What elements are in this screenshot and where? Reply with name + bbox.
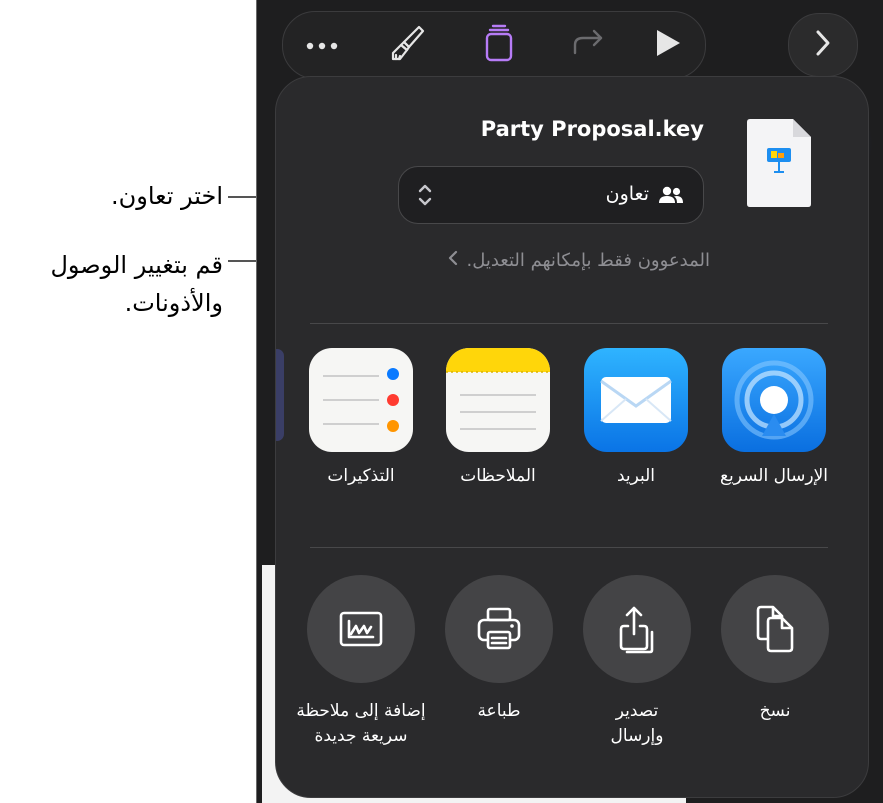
action-print[interactable]: طباعة xyxy=(424,575,574,724)
play-button[interactable] xyxy=(643,12,693,78)
app-icon-partial[interactable] xyxy=(276,349,284,441)
app-label: الملاحظات xyxy=(460,466,536,486)
mail-icon xyxy=(584,348,688,452)
ipad-screen: Party Proposal.key تعاون المدعوون فقط بإ… xyxy=(256,0,883,803)
play-icon xyxy=(653,27,683,63)
paintbrush-icon xyxy=(387,23,427,67)
reminders-icon xyxy=(309,348,413,452)
document-icon xyxy=(482,23,516,67)
redo-icon xyxy=(569,27,609,63)
app-label: الإرسال السريع xyxy=(719,466,829,486)
callout-change-access: قم بتغيير الوصول والأذونات. xyxy=(50,246,223,322)
chevron-right-icon xyxy=(814,29,832,61)
keynote-file-icon xyxy=(745,118,813,212)
chevron-up-down-icon xyxy=(417,182,433,212)
divider-bottom xyxy=(310,547,828,548)
action-export-send[interactable]: تصدير وإرسال xyxy=(562,575,712,749)
more-button[interactable] xyxy=(297,12,347,78)
action-label: إضافة إلى ملاحظة سريعة جديدة xyxy=(296,701,426,746)
action-copy[interactable]: نسخ xyxy=(700,575,850,724)
app-reminders[interactable]: التذكيرات xyxy=(296,348,426,486)
divider-top xyxy=(310,323,828,324)
printer-icon xyxy=(445,575,553,683)
action-add-quick-note[interactable]: إضافة إلى ملاحظة سريعة جديدة xyxy=(286,575,436,749)
callout-change-access-line2: والأذونات. xyxy=(124,289,223,317)
next-button[interactable] xyxy=(788,13,858,77)
collaboration-label: تعاون xyxy=(605,183,649,205)
export-icon xyxy=(583,575,691,683)
action-label: نسخ xyxy=(759,701,791,721)
quick-note-icon xyxy=(307,575,415,683)
access-summary-text: المدعوون فقط بإمكانهم التعديل. xyxy=(466,250,710,271)
file-name: Party Proposal.key xyxy=(480,117,704,141)
app-airdrop[interactable]: الإرسال السريع xyxy=(709,348,839,486)
notes-icon xyxy=(446,348,550,452)
share-sheet: Party Proposal.key تعاون المدعوون فقط بإ… xyxy=(275,76,869,798)
app-notes[interactable]: الملاحظات xyxy=(433,348,563,486)
people-icon xyxy=(658,185,684,209)
chevron-left-icon xyxy=(448,250,458,271)
format-button[interactable] xyxy=(381,12,433,78)
app-mail[interactable]: البريد xyxy=(571,348,701,486)
more-icon xyxy=(305,36,339,55)
action-label: طباعة xyxy=(477,701,521,721)
redo-button[interactable] xyxy=(563,12,615,78)
toolbar xyxy=(282,11,706,79)
device-edge xyxy=(256,0,257,803)
callout-change-access-line1: قم بتغيير الوصول xyxy=(50,251,223,279)
callout-choose-collaborate: اختر تعاون. xyxy=(110,182,223,210)
app-label: التذكيرات xyxy=(327,466,395,486)
collaboration-menu[interactable]: تعاون xyxy=(398,166,704,224)
airdrop-icon xyxy=(722,348,826,452)
copy-icon xyxy=(721,575,829,683)
app-label: البريد xyxy=(616,466,656,486)
access-permissions-link[interactable]: المدعوون فقط بإمكانهم التعديل. xyxy=(448,250,710,271)
document-button[interactable] xyxy=(473,12,525,78)
action-label: تصدير وإرسال xyxy=(610,701,664,746)
